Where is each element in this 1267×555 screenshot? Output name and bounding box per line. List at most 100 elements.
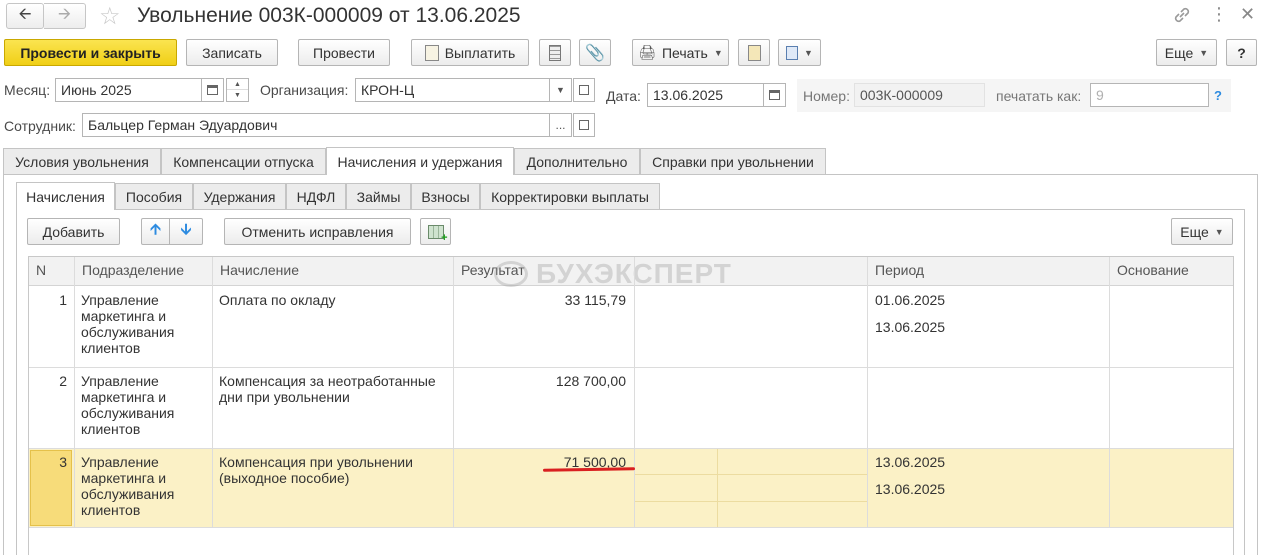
row2-result[interactable]: 128 700,00 [454,373,626,389]
row3-accrual[interactable]: Компенсация при увольнении (выходное пос… [219,454,451,486]
employee-select-button[interactable]: ... [550,113,572,137]
document-pay-icon [424,44,439,61]
post-and-close-button[interactable]: Провести и закрыть [4,39,177,66]
row-separator [29,527,1233,528]
save-button[interactable]: Записать [186,39,278,66]
pay-button[interactable]: Выплатить [411,39,529,66]
back-button[interactable]: 🡨 [6,3,44,29]
column-header-basis[interactable]: Основание [1110,257,1233,285]
row1-accrual[interactable]: Оплата по окладу [219,292,451,308]
row-separator [29,367,1233,368]
move-down-button[interactable]: 🡫 [170,218,203,245]
month-label: Месяц: [4,82,51,98]
watermark-logo-icon [494,261,528,287]
column-header-n[interactable]: N [29,257,74,285]
forward-button[interactable]: 🡪 [44,3,86,29]
print-button[interactable]: 🖨 Печать ▼ [632,39,729,66]
chevron-down-icon: ▼ [1214,226,1224,237]
watermark: БУХЭКСПЕРТ [494,258,732,290]
row1-period-end[interactable]: 13.06.2025 [875,319,945,335]
arrow-down-icon: 🡫 [180,221,192,238]
row2-n[interactable]: 2 [29,373,67,389]
employee-open-button[interactable] [573,113,595,137]
row1-period-start[interactable]: 01.06.2025 [875,292,945,308]
row3-period-start[interactable]: 13.06.2025 [875,454,945,470]
row1-division[interactable]: Управление маркетинга и обслуживания кли… [81,292,209,356]
column-separator [634,257,635,528]
move-up-button[interactable]: 🡩 [141,218,170,245]
column-header-division[interactable]: Подразделение [75,257,211,285]
column-separator [1109,257,1110,528]
row2-division[interactable]: Управление маркетинга и обслуживания кли… [81,373,209,437]
employee-field[interactable]: Бальцер Герман Эдуардович [82,113,550,137]
open-icon [579,85,589,95]
subtab-contributions[interactable]: Взносы [411,183,480,209]
add-row-table-button[interactable]: + [420,218,451,245]
window-title: Увольнение 003К-000009 от 13.06.2025 [137,4,521,27]
arrow-left-icon: 🡨 [18,5,32,23]
create-based-button[interactable]: ▼ [778,39,821,66]
calendar-icon [769,90,780,100]
link-icon[interactable] [1172,5,1192,25]
subtab-loans[interactable]: Займы [346,183,411,209]
related-docs-button[interactable] [738,39,770,66]
arrow-up-icon: 🡩 [150,221,161,238]
calendar-icon [207,85,218,95]
row-subseparator [634,501,867,502]
column-header-accrual[interactable]: Начисление [213,257,453,285]
chevron-down-icon: ▼ [556,85,565,95]
table-more-button[interactable]: Еще ▼ [1171,218,1233,245]
organization-open-button[interactable] [573,78,595,102]
cancel-corrections-button[interactable]: Отменить исправления [224,218,411,245]
organization-label: Организация: [260,82,349,98]
row-subseparator [634,474,867,475]
employee-label: Сотрудник: [4,118,76,134]
favorite-star-icon[interactable]: ☆ [99,2,121,31]
column-separator [212,257,213,528]
row3-n[interactable]: 3 [29,454,67,470]
row1-result[interactable]: 33 115,79 [454,292,626,308]
print-as-field[interactable]: 9 [1090,83,1209,107]
arrow-right-icon: 🡪 [58,5,71,23]
print-as-label: печатать как: [996,88,1082,104]
subtab-benefits[interactable]: Пособия [115,183,193,209]
column-separator [74,257,75,528]
more-button[interactable]: Еще ▼ [1156,39,1217,66]
document-clock-icon [747,44,761,61]
tab-additional[interactable]: Дополнительно [514,148,640,174]
subtab-accruals[interactable]: Начисления [16,182,115,210]
stepper-down-icon[interactable]: ▼ [227,90,248,101]
month-stepper[interactable]: ▲ ▼ [226,78,249,102]
add-button[interactable]: Добавить [27,218,120,245]
subtab-ndfl[interactable]: НДФЛ [286,183,346,209]
more-vert-icon[interactable]: ⋮ [1210,4,1228,24]
stepper-up-icon[interactable]: ▲ [227,79,248,90]
tab-accruals-deductions[interactable]: Начисления и удержания [326,147,514,175]
row3-division[interactable]: Управление маркетинга и обслуживания кли… [81,454,209,518]
month-calendar-button[interactable] [202,78,224,102]
close-icon[interactable]: ✕ [1240,4,1255,24]
help-button[interactable]: ? [1226,39,1257,66]
subtab-payment-corrections[interactable]: Корректировки выплаты [480,183,660,209]
month-field[interactable]: Июнь 2025 [55,78,202,102]
organization-field[interactable]: КРОН-Ц [355,78,550,102]
printer-icon: 🖨 [638,44,656,60]
tab-dismissal-certificates[interactable]: Справки при увольнении [640,148,826,174]
tab-vacation-compensation[interactable]: Компенсации отпуска [161,148,326,174]
subtab-deductions[interactable]: Удержания [193,183,286,209]
column-header-period[interactable]: Период [868,257,1108,285]
column-separator [717,449,718,527]
date-calendar-button[interactable] [764,83,786,107]
ledger-button[interactable] [539,39,571,66]
organization-dropdown-button[interactable]: ▼ [550,78,572,102]
date-field[interactable]: 13.06.2025 [647,83,764,107]
post-button[interactable]: Провести [298,39,390,66]
tab-dismissal-conditions[interactable]: Условия увольнения [3,148,161,174]
row2-accrual[interactable]: Компенсация за неотработанные дни при ув… [219,373,451,405]
selected-row-bg [29,449,1233,527]
attach-button[interactable]: 📎 [579,39,611,66]
print-as-help-icon[interactable]: ? [1214,88,1222,103]
date-label: Дата: [606,88,641,104]
row3-period-end[interactable]: 13.06.2025 [875,481,945,497]
row1-n[interactable]: 1 [29,292,67,308]
